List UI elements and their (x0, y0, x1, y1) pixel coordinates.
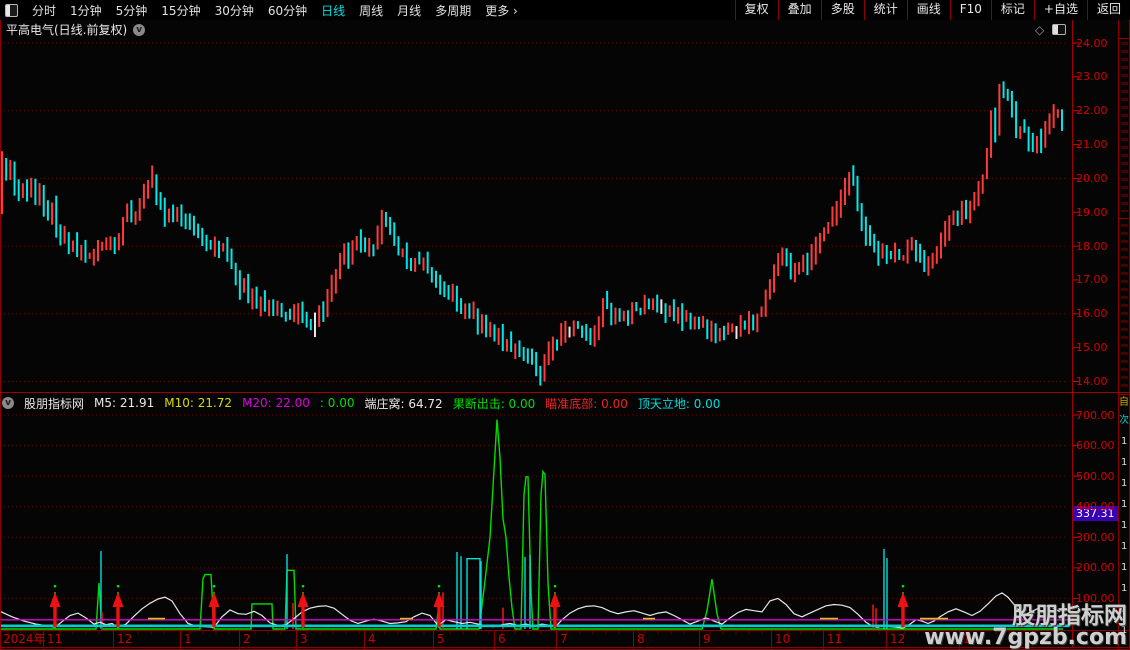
diamond-icon[interactable]: ◇ (1035, 23, 1044, 37)
price-axis-label: 23.00 (1076, 70, 1108, 84)
period-tab-日线[interactable]: 日线 (321, 2, 345, 19)
toolbar-button-统计[interactable]: 统计 (863, 0, 907, 20)
time-axis-label: 11 (827, 632, 843, 646)
indicator-axis-label: 200.00 (1076, 561, 1115, 575)
top-toolbar: 分时 1分钟 5分钟 15分钟 30分钟 60分钟 日线 周线 月线 多周期 更多 › 复权 叠加 多股… (0, 0, 1130, 20)
time-axis-label: 12 (890, 632, 906, 646)
charts-canvas (0, 0, 1130, 650)
watermark: 股朋指标网 www.7gpzb.com (924, 605, 1127, 649)
toolbar-button-+自选[interactable]: +自选 (1033, 0, 1087, 20)
time-axis-label: 7 (560, 632, 568, 646)
right-strip-item[interactable]: 1 (1121, 436, 1127, 447)
action-buttons: 复权 叠加 多股 统计 画线 F10 标记 +自选 返回 (734, 0, 1130, 20)
price-axis-label: 18.00 (1076, 239, 1108, 253)
indicator-value-4: : 0.00 (319, 396, 355, 410)
time-axis-label: 2024年 (3, 632, 46, 646)
time-axis-label: 1 (184, 632, 192, 646)
right-strip-item[interactable]: 1 (1121, 520, 1127, 531)
indicator-axis-label: 700.00 (1076, 408, 1115, 422)
time-axis-label: 2 (243, 632, 251, 646)
indicator-axis-label: 500.00 (1076, 469, 1115, 483)
chevron-down-icon[interactable]: v (133, 23, 146, 36)
chevron-down-icon[interactable]: v (2, 397, 14, 409)
period-tab-更多 ›[interactable]: 更多 › (485, 2, 518, 19)
right-strip-texture (1121, 42, 1128, 212)
right-strip-glyph[interactable]: 自 (1119, 397, 1129, 408)
indicator-header: v 股朋指标网 M5: 21.91 M10: 21.72 M20: 22.00 : 0.… (2, 395, 720, 411)
time-axis-label: 6 (498, 632, 506, 646)
period-tab-5分钟[interactable]: 5分钟 (116, 2, 148, 19)
time-axis-label: 9 (703, 632, 711, 646)
period-tab-多周期[interactable]: 多周期 (435, 2, 471, 19)
price-axis-label: 17.00 (1076, 273, 1108, 287)
indicator-value-6: 果断出击: 0.00 (452, 396, 536, 411)
indicator-axis-label: 300.00 (1076, 530, 1115, 544)
time-axis-label: 11 (47, 632, 63, 646)
right-strip-glyph[interactable]: 次 (1119, 415, 1129, 426)
time-axis-label: 10 (775, 632, 791, 646)
right-strip-item[interactable]: 1 (1121, 583, 1127, 594)
period-tab-30分钟[interactable]: 30分钟 (215, 2, 254, 19)
toolbar-button-画线[interactable]: 画线 (906, 0, 950, 20)
toolbar-button-F10[interactable]: F10 (949, 0, 991, 20)
page-title: 平高电气(日线.前复权) (6, 23, 128, 37)
period-tab-周线[interactable]: 周线 (359, 2, 383, 19)
indicator-value-5: 端庄窝: 64.72 (364, 396, 443, 411)
right-strip-texture (1121, 224, 1128, 389)
watermark-line1: 股朋指标网 (1012, 603, 1127, 629)
right-strip-item[interactable]: 1 (1121, 457, 1127, 468)
indicator-value-3: M20: 22.00 (242, 396, 310, 410)
window-icon[interactable] (5, 3, 18, 17)
price-axis-label: 16.00 (1076, 307, 1108, 321)
trading-terminal-window: 分时 1分钟 5分钟 15分钟 30分钟 60分钟 日线 周线 月线 多周期 更多 › 复权 叠加 多股… (0, 0, 1130, 650)
time-axis-label: 12 (117, 632, 133, 646)
toolbar-button-多股[interactable]: 多股 (820, 0, 864, 20)
pane-toggle-icon[interactable] (1052, 24, 1066, 35)
price-axis-label: 24.00 (1076, 36, 1108, 50)
time-axis-label: 5 (437, 632, 445, 646)
period-tabs: 分时 1分钟 5分钟 15分钟 30分钟 60分钟 日线 周线 月线 多周期 更多 › (0, 0, 518, 20)
period-tab-1分钟[interactable]: 1分钟 (70, 2, 102, 19)
indicator-value-0: 股朋指标网 (24, 396, 85, 411)
time-axis-label: 4 (368, 632, 376, 646)
indicator-axis-label: 400.00 (1076, 500, 1115, 514)
right-strip-item[interactable]: 1 (1121, 478, 1127, 489)
indicator-axis-label: 600.00 (1076, 439, 1115, 453)
watermark-line2: www.7gpzb.com (924, 625, 1127, 650)
price-axis-label: 19.00 (1076, 205, 1108, 219)
time-axis-label: 8 (637, 632, 645, 646)
period-tab-分时[interactable]: 分时 (32, 2, 56, 19)
right-strip-item[interactable]: 1 (1121, 499, 1127, 510)
price-axis-label: 15.00 (1076, 341, 1108, 355)
period-tab-月线[interactable]: 月线 (397, 2, 421, 19)
toolbar-button-叠加[interactable]: 叠加 (777, 0, 821, 20)
toolbar-button-复权[interactable]: 复权 (734, 0, 778, 20)
time-axis-label: 3 (300, 632, 308, 646)
toolbar-button-返回[interactable]: 返回 (1086, 0, 1130, 20)
chart-title-row: 平高电气(日线.前复权) v (6, 22, 146, 37)
price-axis-label: 22.00 (1076, 104, 1108, 118)
period-tab-15分钟[interactable]: 15分钟 (161, 2, 200, 19)
price-axis-label: 14.00 (1076, 375, 1108, 388)
toolbar-button-标记[interactable]: 标记 (990, 0, 1034, 20)
indicator-value-8: 顶天立地: 0.00 (637, 396, 721, 411)
indicator-value-1: M5: 21.91 (94, 396, 155, 410)
right-strip-item[interactable]: 1 (1121, 541, 1127, 552)
period-tab-60分钟[interactable]: 60分钟 (268, 2, 307, 19)
price-axis-label: 21.00 (1076, 138, 1108, 152)
price-axis-label: 20.00 (1076, 171, 1108, 185)
indicator-value-2: M10: 21.72 (164, 396, 233, 410)
right-strip-item[interactable]: 1 (1121, 562, 1127, 573)
indicator-value-7: 瞄准底部: 0.00 (545, 396, 628, 411)
